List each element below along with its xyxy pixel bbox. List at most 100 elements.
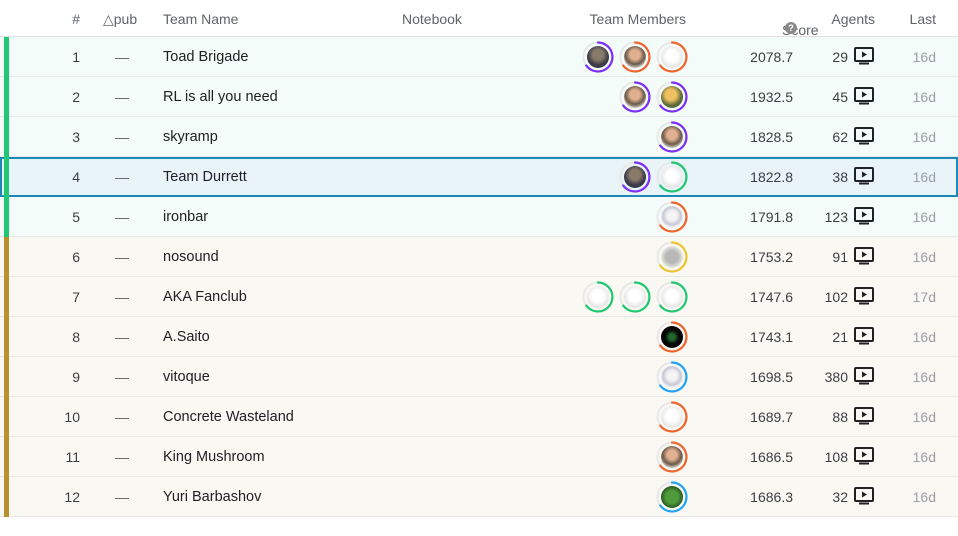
- team-name-link[interactable]: King Mushroom: [163, 449, 265, 465]
- rank: 8: [72, 329, 80, 345]
- agents-count: 45: [832, 89, 848, 105]
- header-agents[interactable]: Agents: [831, 11, 875, 27]
- agents-count: 29: [832, 49, 848, 65]
- team-name-link[interactable]: A.Saito: [163, 329, 210, 345]
- rank-delta: —: [115, 369, 129, 385]
- watch-episodes-icon[interactable]: [854, 47, 874, 65]
- table-row[interactable]: 11 — King Mushroom 1686.5 108 16d: [0, 437, 958, 477]
- member-avatar[interactable]: [619, 281, 651, 313]
- member-avatar[interactable]: [582, 281, 614, 313]
- avatar-image-icon: [624, 166, 646, 188]
- member-avatar[interactable]: [656, 121, 688, 153]
- member-avatar[interactable]: [656, 201, 688, 233]
- medal-bar: [4, 277, 9, 317]
- watch-episodes-icon[interactable]: [854, 207, 874, 225]
- member-avatar[interactable]: [656, 281, 688, 313]
- rank-delta: —: [115, 489, 129, 505]
- last-submission: 16d: [912, 169, 936, 185]
- team-name-link[interactable]: Toad Brigade: [163, 49, 248, 65]
- team-name-link[interactable]: skyramp: [163, 129, 218, 145]
- medal-bar: [4, 197, 9, 237]
- rank-delta: —: [115, 289, 129, 305]
- last-submission: 16d: [912, 329, 936, 345]
- score: 1686.5: [750, 449, 793, 465]
- score: 1828.5: [750, 129, 793, 145]
- table-row[interactable]: 10 — Concrete Wasteland 1689.7 88 16d: [0, 397, 958, 437]
- team-members: [656, 361, 688, 393]
- last-submission: 16d: [912, 369, 936, 385]
- medal-bar: [4, 357, 9, 397]
- member-avatar[interactable]: [656, 441, 688, 473]
- agents-count: 88: [832, 409, 848, 425]
- watch-episodes-icon[interactable]: [854, 287, 874, 305]
- last-submission: 16d: [912, 409, 936, 425]
- header-team-name[interactable]: Team Name: [163, 11, 238, 27]
- team-name-link[interactable]: AKA Fanclub: [163, 289, 247, 305]
- team-name-link[interactable]: nosound: [163, 249, 219, 265]
- score: 1753.2: [750, 249, 793, 265]
- agents-count: 62: [832, 129, 848, 145]
- last-submission: 16d: [912, 89, 936, 105]
- table-row[interactable]: 7 — AKA Fanclub 1747.6 102 17d: [0, 277, 958, 317]
- table-row[interactable]: 1 — Toad Brigade 2078.7 29 16d: [0, 37, 958, 77]
- member-avatar[interactable]: [656, 41, 688, 73]
- score: 1743.1: [750, 329, 793, 345]
- member-avatar[interactable]: [656, 321, 688, 353]
- rank: 5: [72, 209, 80, 225]
- last-submission: 17d: [912, 289, 936, 305]
- last-submission: 16d: [912, 209, 936, 225]
- watch-episodes-icon[interactable]: [854, 327, 874, 345]
- score: 1689.7: [750, 409, 793, 425]
- member-avatar[interactable]: [656, 241, 688, 273]
- team-name-link[interactable]: vitoque: [163, 369, 210, 385]
- medal-bar: [4, 37, 9, 77]
- member-avatar[interactable]: [656, 81, 688, 113]
- member-avatar[interactable]: [619, 81, 651, 113]
- table-row[interactable]: 3 — skyramp 1828.5 62 16d: [0, 117, 958, 157]
- member-avatar[interactable]: [656, 361, 688, 393]
- member-avatar[interactable]: [656, 401, 688, 433]
- table-row[interactable]: 4 — Team Durrett 1822.8 38 16d: [0, 157, 958, 197]
- help-icon[interactable]: ?: [785, 22, 797, 34]
- member-avatar[interactable]: [656, 481, 688, 513]
- watch-episodes-icon[interactable]: [854, 87, 874, 105]
- member-avatar[interactable]: [619, 161, 651, 193]
- watch-episodes-icon[interactable]: [854, 167, 874, 185]
- rank-delta: —: [115, 329, 129, 345]
- table-row[interactable]: 6 — nosound 1753.2 91 16d: [0, 237, 958, 277]
- watch-episodes-icon[interactable]: [854, 447, 874, 465]
- medal-bar: [4, 397, 9, 437]
- agents-count: 91: [832, 249, 848, 265]
- header-last[interactable]: Last: [910, 11, 936, 27]
- team-name-link[interactable]: Yuri Barbashov: [163, 489, 261, 505]
- member-avatar[interactable]: [582, 41, 614, 73]
- team-name-link[interactable]: RL is all you need: [163, 89, 278, 105]
- header-rank[interactable]: #: [72, 11, 80, 27]
- table-row[interactable]: 12 — Yuri Barbashov 1686.3 32 16d: [0, 477, 958, 517]
- rank: 2: [72, 89, 80, 105]
- score: 1822.8: [750, 169, 793, 185]
- watch-episodes-icon[interactable]: [854, 407, 874, 425]
- table-row[interactable]: 2 — RL is all you need 1932.5 45 16d: [0, 77, 958, 117]
- avatar-image-icon: [661, 286, 683, 308]
- table-row[interactable]: 9 — vitoque 1698.5 380 16d: [0, 357, 958, 397]
- watch-episodes-icon[interactable]: [854, 247, 874, 265]
- score: 1686.3: [750, 489, 793, 505]
- table-row[interactable]: 5 — ironbar 1791.8 123 16d: [0, 197, 958, 237]
- rank-delta: —: [115, 249, 129, 265]
- watch-episodes-icon[interactable]: [854, 487, 874, 505]
- watch-episodes-icon[interactable]: [854, 367, 874, 385]
- member-avatar[interactable]: [656, 161, 688, 193]
- avatar-image-icon: [624, 286, 646, 308]
- table-row[interactable]: 8 — A.Saito 1743.1 21 16d: [0, 317, 958, 357]
- team-name-link[interactable]: Team Durrett: [163, 169, 247, 185]
- medal-bar: [4, 117, 9, 157]
- watch-episodes-icon[interactable]: [854, 127, 874, 145]
- header-delta-public[interactable]: △pub: [103, 11, 137, 28]
- team-name-link[interactable]: ironbar: [163, 209, 208, 225]
- last-submission: 16d: [912, 129, 936, 145]
- team-name-link[interactable]: Concrete Wasteland: [163, 409, 294, 425]
- avatar-image-icon: [661, 126, 683, 148]
- rank: 11: [65, 449, 80, 465]
- member-avatar[interactable]: [619, 41, 651, 73]
